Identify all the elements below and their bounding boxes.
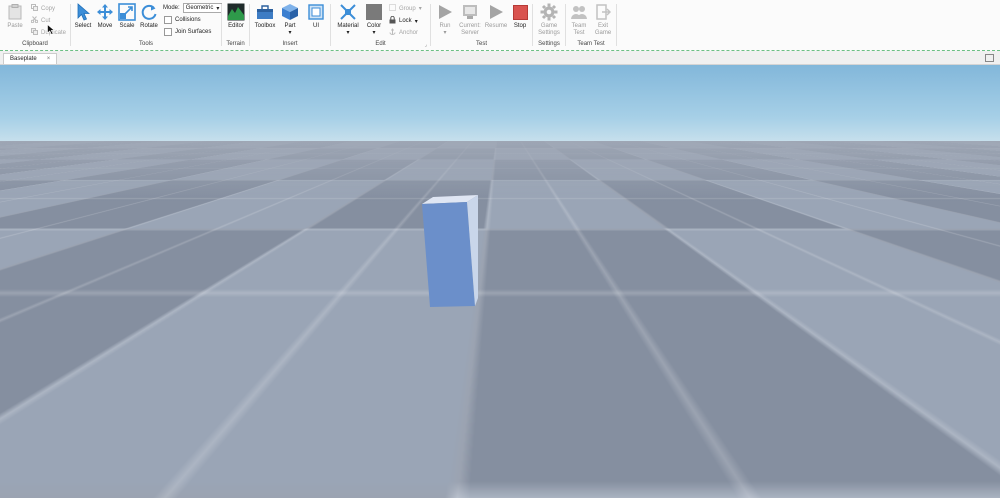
document-tab-bar: Baseplate × (0, 51, 1000, 65)
material-button[interactable]: Material ▾ (336, 3, 360, 37)
part-dropdown-arrow-icon[interactable]: ▾ (278, 30, 302, 37)
ui-frame-icon (307, 3, 325, 21)
tab-baseplate[interactable]: Baseplate × (3, 53, 57, 64)
3d-viewport[interactable] (0, 65, 1000, 498)
team-test-group: Team Test Exit Game Team Test (566, 0, 616, 50)
group-icon (389, 4, 396, 13)
restore-window-icon[interactable] (985, 54, 994, 62)
resume-button[interactable]: Resume (484, 3, 508, 30)
lock-dropdown-arrow-icon: ▾ (415, 18, 418, 25)
color-swatch-icon (365, 3, 383, 21)
current-server-button[interactable]: Current: Server (457, 3, 483, 37)
server-icon (461, 3, 479, 21)
edit-group: Material ▾ Color ▾ Group ▾ Lock ▾ Anchor… (331, 0, 430, 50)
team-test-icon (570, 3, 588, 21)
stop-button[interactable]: Stop (508, 3, 532, 30)
group-button[interactable]: Group ▾ (389, 4, 422, 13)
toolbox-button[interactable]: Toolbox (253, 3, 277, 30)
resume-icon (487, 3, 505, 21)
dropdown-arrow-icon: ▾ (216, 5, 219, 12)
test-group: Run ▾ Current: Server Resume Stop Test (431, 0, 532, 50)
rotate-button[interactable]: Rotate (137, 3, 161, 30)
anchor-icon (389, 28, 396, 37)
terrain-editor-button[interactable]: Editor (224, 3, 248, 30)
tools-group: Select Move Scale Rotate Mode: Geometric… (71, 0, 221, 50)
exit-icon (594, 3, 612, 21)
mode-selector: Mode: Geometric ▾ (163, 3, 222, 13)
game-settings-button[interactable]: Game Settings (537, 3, 561, 37)
ui-button[interactable]: UI (304, 3, 328, 30)
color-button[interactable]: Color ▾ (362, 3, 386, 37)
paste-icon (6, 3, 24, 21)
team-test-button[interactable]: Team Test (567, 3, 591, 37)
part-button[interactable]: Part ▾ (278, 3, 302, 37)
insert-group: Toolbox Part ▾ UI Insert (250, 0, 330, 50)
lock-button[interactable]: Lock ▾ (389, 16, 418, 26)
select-button[interactable]: Select (71, 3, 95, 30)
collisions-checkbox[interactable]: Collisions (164, 16, 201, 24)
rotate-icon (140, 3, 158, 21)
exit-game-button[interactable]: Exit Game (591, 3, 615, 37)
move-arrows-icon (96, 3, 114, 21)
part-cube-icon (281, 3, 299, 21)
join-surfaces-checkbox[interactable]: Join Surfaces (164, 28, 211, 36)
material-dropdown-arrow-icon[interactable]: ▾ (336, 30, 360, 37)
play-icon (436, 3, 454, 21)
lock-icon (389, 16, 396, 26)
select-arrow-icon (74, 3, 92, 21)
copy-icon (31, 4, 38, 13)
scale-icon (118, 3, 136, 21)
mouse-cursor-icon (47, 22, 55, 40)
close-icon[interactable]: × (47, 54, 51, 64)
duplicate-icon (31, 28, 38, 37)
copy-button[interactable]: Copy (31, 4, 55, 13)
terrain-group: Editor Terrain (222, 0, 249, 50)
scissors-icon (31, 16, 38, 25)
gear-icon (540, 3, 558, 21)
checkbox-icon (164, 28, 172, 36)
group-dropdown-arrow-icon: ▾ (419, 5, 422, 12)
mode-dropdown[interactable]: Geometric ▾ (183, 3, 223, 13)
checkbox-icon (164, 16, 172, 24)
run-dropdown-arrow-icon[interactable]: ▾ (433, 30, 457, 37)
run-button[interactable]: Run ▾ (433, 3, 457, 37)
clipboard-group: Paste Copy Cut Duplicate Clipboard (0, 0, 70, 50)
horizon-haze (0, 141, 1000, 201)
stop-icon (511, 3, 529, 21)
divider (616, 4, 617, 46)
material-icon (339, 3, 357, 21)
settings-group: Game Settings Settings (533, 0, 565, 50)
skybox (0, 65, 1000, 141)
anchor-button[interactable]: Anchor (389, 28, 418, 37)
paste-button[interactable]: Paste (3, 3, 27, 30)
move-button[interactable]: Move (93, 3, 117, 30)
color-dropdown-arrow-icon[interactable]: ▾ (362, 30, 386, 37)
scale-button[interactable]: Scale (115, 3, 139, 30)
ribbon-toolbar: Paste Copy Cut Duplicate Clipboard Selec… (0, 0, 1000, 51)
terrain-icon (227, 3, 245, 21)
toolbox-icon (256, 3, 274, 21)
selected-part-block[interactable] (420, 195, 482, 310)
